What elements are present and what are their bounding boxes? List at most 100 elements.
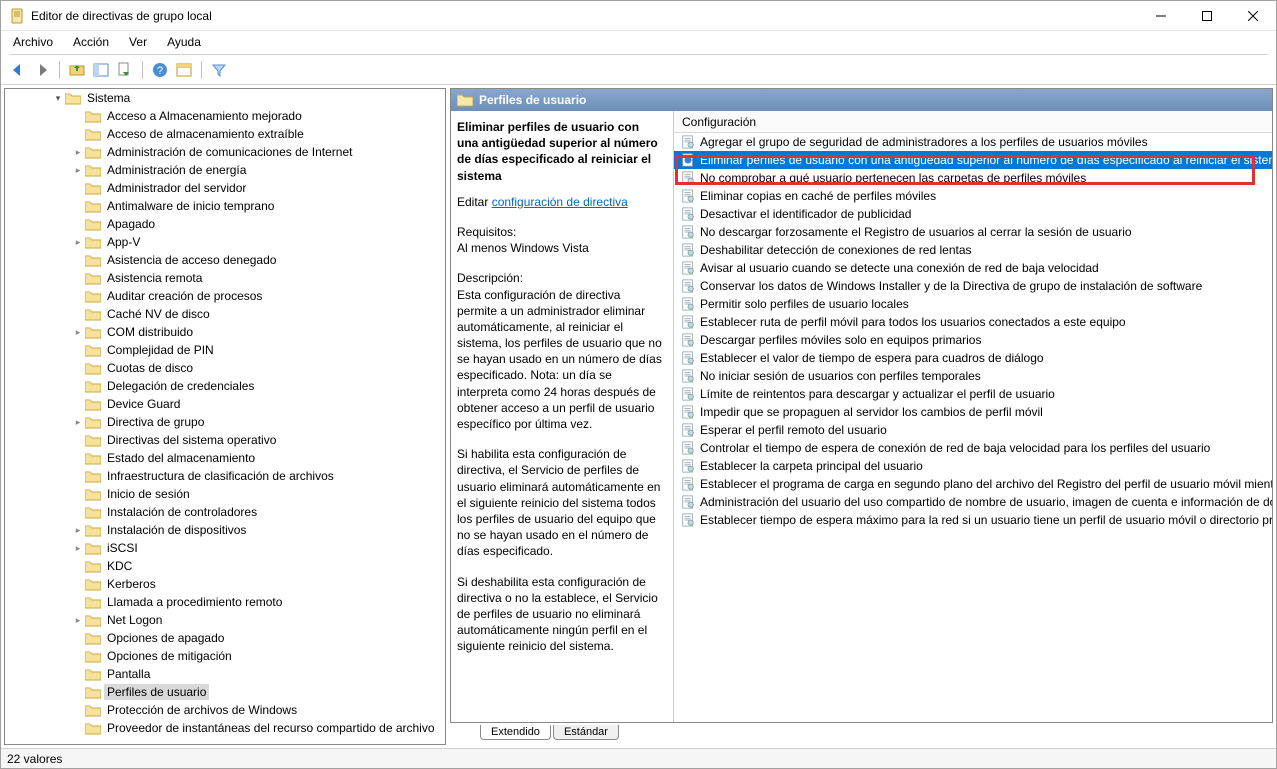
edit-policy-link[interactable]: configuración de directiva	[492, 195, 628, 209]
tree-item[interactable]: Complejidad de PIN	[5, 341, 446, 359]
expand-icon[interactable]	[51, 93, 65, 104]
setting-row[interactable]: Conservar los datos de Windows Installer…	[674, 277, 1272, 295]
tree-item[interactable]: KDC	[5, 557, 446, 575]
expand-icon[interactable]	[71, 165, 85, 176]
folder-icon	[85, 613, 101, 627]
tree-item[interactable]: Administración de energía	[5, 161, 446, 179]
tree-item[interactable]: Apagado	[5, 215, 446, 233]
menu-ayuda[interactable]: Ayuda	[157, 33, 211, 51]
app-icon	[9, 8, 25, 24]
setting-row[interactable]: Deshabilitar detección de conexiones de …	[674, 241, 1272, 259]
tab-estandar[interactable]: Estándar	[553, 725, 619, 740]
setting-row[interactable]: Administración del usuario del uso compa…	[674, 493, 1272, 511]
tree-item[interactable]: Inicio de sesión	[5, 485, 446, 503]
menu-archivo[interactable]: Archivo	[3, 33, 63, 51]
maximize-button[interactable]	[1184, 1, 1230, 31]
setting-row[interactable]: Avisar al usuario cuando se detecte una …	[674, 259, 1272, 277]
tree-item-label: Net Logon	[104, 612, 165, 628]
tree-item[interactable]: Perfiles de usuario	[5, 683, 446, 701]
tree-item[interactable]: Instalación de controladores	[5, 503, 446, 521]
tree-item[interactable]: Llamada a procedimiento remoto	[5, 593, 446, 611]
tree-item[interactable]: Acceso a Almacenamiento mejorado	[5, 107, 446, 125]
tree-item[interactable]: Asistencia remota	[5, 269, 446, 287]
setting-row[interactable]: Establecer ruta de perfil móvil para tod…	[674, 313, 1272, 331]
setting-row[interactable]: Eliminar copias en caché de perfiles móv…	[674, 187, 1272, 205]
tree-item[interactable]: Cuotas de disco	[5, 359, 446, 377]
folder-icon	[85, 343, 101, 357]
setting-icon	[680, 188, 696, 204]
expand-icon[interactable]	[71, 147, 85, 158]
tree-item[interactable]: Auditar creación de procesos	[5, 287, 446, 305]
tree-item[interactable]: Acceso de almacenamiento extraíble	[5, 125, 446, 143]
tree-item[interactable]: Estado del almacenamiento	[5, 449, 446, 467]
setting-row[interactable]: Controlar el tiempo de espera de conexió…	[674, 439, 1272, 457]
tree-item-label: Kerberos	[104, 576, 159, 592]
settings-list-header[interactable]: Configuración	[674, 111, 1272, 133]
tree-item[interactable]: Asistencia de acceso denegado	[5, 251, 446, 269]
tree-item[interactable]: Infraestructura de clasificación de arch…	[5, 467, 446, 485]
expand-icon[interactable]	[71, 327, 85, 338]
menu-ver[interactable]: Ver	[119, 33, 157, 51]
tree-item[interactable]: Administrador del servidor	[5, 179, 446, 197]
expand-icon[interactable]	[71, 615, 85, 626]
minimize-button[interactable]	[1138, 1, 1184, 31]
menubar-separator	[9, 54, 1268, 55]
setting-row[interactable]: Desactivar el identificador de publicida…	[674, 205, 1272, 223]
tree-item[interactable]: Proveedor de instantáneas del recurso co…	[5, 719, 446, 737]
tree-item[interactable]: Device Guard	[5, 395, 446, 413]
back-button[interactable]	[7, 59, 29, 81]
show-hide-tree-button[interactable]	[90, 59, 112, 81]
up-folder-button[interactable]	[66, 59, 88, 81]
expand-icon[interactable]	[71, 525, 85, 536]
forward-button[interactable]	[31, 59, 53, 81]
expand-icon[interactable]	[71, 543, 85, 554]
properties-button[interactable]	[173, 59, 195, 81]
tree-item-label: iSCSI	[104, 540, 141, 556]
tree-item[interactable]: Delegación de credenciales	[5, 377, 446, 395]
setting-row[interactable]: Agregar el grupo de seguridad de adminis…	[674, 133, 1272, 151]
filter-button[interactable]	[208, 59, 230, 81]
settings-list-body[interactable]: Agregar el grupo de seguridad de adminis…	[674, 133, 1272, 722]
help-button[interactable]: ?	[149, 59, 171, 81]
tree-item[interactable]: Sistema	[5, 89, 446, 107]
export-list-button[interactable]	[114, 59, 136, 81]
tree-item[interactable]: Opciones de mitigación	[5, 647, 446, 665]
tree-item[interactable]: Antimalware de inicio temprano	[5, 197, 446, 215]
setting-icon	[680, 422, 696, 438]
tree-item[interactable]: Kerberos	[5, 575, 446, 593]
folder-icon	[85, 631, 101, 645]
tree-item[interactable]: Administración de comunicaciones de Inte…	[5, 143, 446, 161]
tree-item[interactable]: Directiva de grupo	[5, 413, 446, 431]
setting-row[interactable]: Establecer la carpeta principal del usua…	[674, 457, 1272, 475]
tree-item[interactable]: App-V	[5, 233, 446, 251]
tree-item[interactable]: Protección de archivos de Windows	[5, 701, 446, 719]
setting-row[interactable]: Descargar perfiles móviles solo en equip…	[674, 331, 1272, 349]
tree-item[interactable]: Instalación de dispositivos	[5, 521, 446, 539]
setting-row[interactable]: Eliminar perfiles de usuario con una ant…	[674, 151, 1272, 169]
tree-item[interactable]: iSCSI	[5, 539, 446, 557]
expand-icon[interactable]	[71, 417, 85, 428]
setting-row[interactable]: Establecer tiempo de espera máximo para …	[674, 511, 1272, 529]
menu-accion[interactable]: Acción	[63, 33, 119, 51]
tree-item[interactable]: Pantalla	[5, 665, 446, 683]
tree-item[interactable]: Net Logon	[5, 611, 446, 629]
close-button[interactable]	[1230, 1, 1276, 31]
tree-item[interactable]: Opciones de apagado	[5, 629, 446, 647]
tree-pane[interactable]: SistemaAcceso a Almacenamiento mejoradoA…	[4, 88, 446, 745]
setting-row[interactable]: Límite de reintentos para descargar y ac…	[674, 385, 1272, 403]
setting-row[interactable]: Impedir que se propaguen al servidor los…	[674, 403, 1272, 421]
setting-icon	[680, 134, 696, 150]
setting-row[interactable]: Esperar el perfil remoto del usuario	[674, 421, 1272, 439]
tree-item[interactable]: Caché NV de disco	[5, 305, 446, 323]
setting-row[interactable]: Establecer el valor de tiempo de espera …	[674, 349, 1272, 367]
tree-item[interactable]: COM distribuido	[5, 323, 446, 341]
setting-row[interactable]: No comprobar a qué usuario pertenecen la…	[674, 169, 1272, 187]
expand-icon[interactable]	[71, 237, 85, 248]
setting-row[interactable]: No descargar forzosamente el Registro de…	[674, 223, 1272, 241]
tab-extendido[interactable]: Extendido	[480, 725, 551, 740]
setting-row[interactable]: Permitir solo perfiles de usuario locale…	[674, 295, 1272, 313]
setting-row[interactable]: Establecer el programa de carga en segun…	[674, 475, 1272, 493]
tree-item-label: Caché NV de disco	[104, 306, 213, 322]
setting-row[interactable]: No iniciar sesión de usuarios con perfil…	[674, 367, 1272, 385]
tree-item[interactable]: Directivas del sistema operativo	[5, 431, 446, 449]
